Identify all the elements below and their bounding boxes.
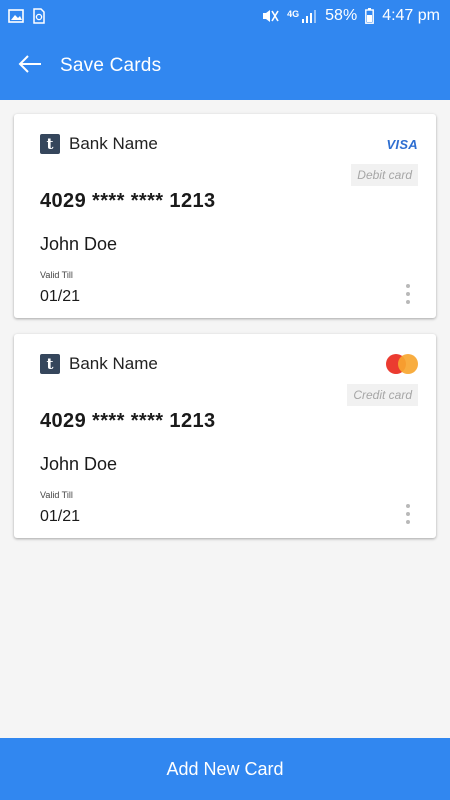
bank-name: Bank Name <box>69 134 158 153</box>
card-holder-name: John Doe <box>40 454 118 474</box>
visa-logo-icon: VISA <box>386 136 418 154</box>
battery-icon <box>365 8 375 24</box>
card-item[interactable]: t Bank Name Credit card 4029 **** **** 1… <box>14 334 436 538</box>
card-number: 4029 **** **** 1213 <box>40 190 216 212</box>
arrow-left-icon <box>18 54 42 79</box>
network-type-label: 4G <box>287 9 300 19</box>
page-title: Save Cards <box>60 55 162 76</box>
mastercard-logo-icon <box>386 354 418 376</box>
bank-row: t Bank Name <box>40 134 158 154</box>
signal-icon: 4G <box>287 9 317 23</box>
sync-image-icon <box>32 8 46 24</box>
battery-percent: 58% <box>325 7 358 24</box>
valid-till-value: 01/21 <box>40 288 81 305</box>
status-left <box>8 8 46 24</box>
valid-till-label: Valid Till <box>40 270 73 280</box>
bank-logo-icon: t <box>40 134 60 154</box>
status-time: 4:47 pm <box>382 7 440 24</box>
card-number: 4029 **** **** 1213 <box>40 410 216 432</box>
visa-logo-text: VISA <box>386 137 418 152</box>
mute-icon <box>261 8 279 24</box>
bank-row: t Bank Name <box>40 354 158 374</box>
more-options-icon[interactable] <box>400 284 416 304</box>
card-holder-name: John Doe <box>40 234 118 254</box>
card-type-badge: Credit card <box>347 384 418 406</box>
valid-till-label: Valid Till <box>40 490 73 500</box>
back-button[interactable] <box>0 32 60 100</box>
app-bar: Save Cards <box>0 32 450 100</box>
card-type-badge: Debit card <box>351 164 418 186</box>
more-options-icon[interactable] <box>400 504 416 524</box>
gallery-icon <box>8 9 24 23</box>
status-bar: 4G 58% 4:47 pm <box>0 0 450 32</box>
add-new-card-button[interactable]: Add New Card <box>0 738 450 800</box>
card-item[interactable]: t Bank Name VISA Debit card 4029 **** **… <box>14 114 436 318</box>
status-right: 4G 58% 4:47 pm <box>261 7 440 25</box>
bank-name: Bank Name <box>69 354 158 373</box>
valid-till-value: 01/21 <box>40 508 81 525</box>
bank-logo-icon: t <box>40 354 60 374</box>
